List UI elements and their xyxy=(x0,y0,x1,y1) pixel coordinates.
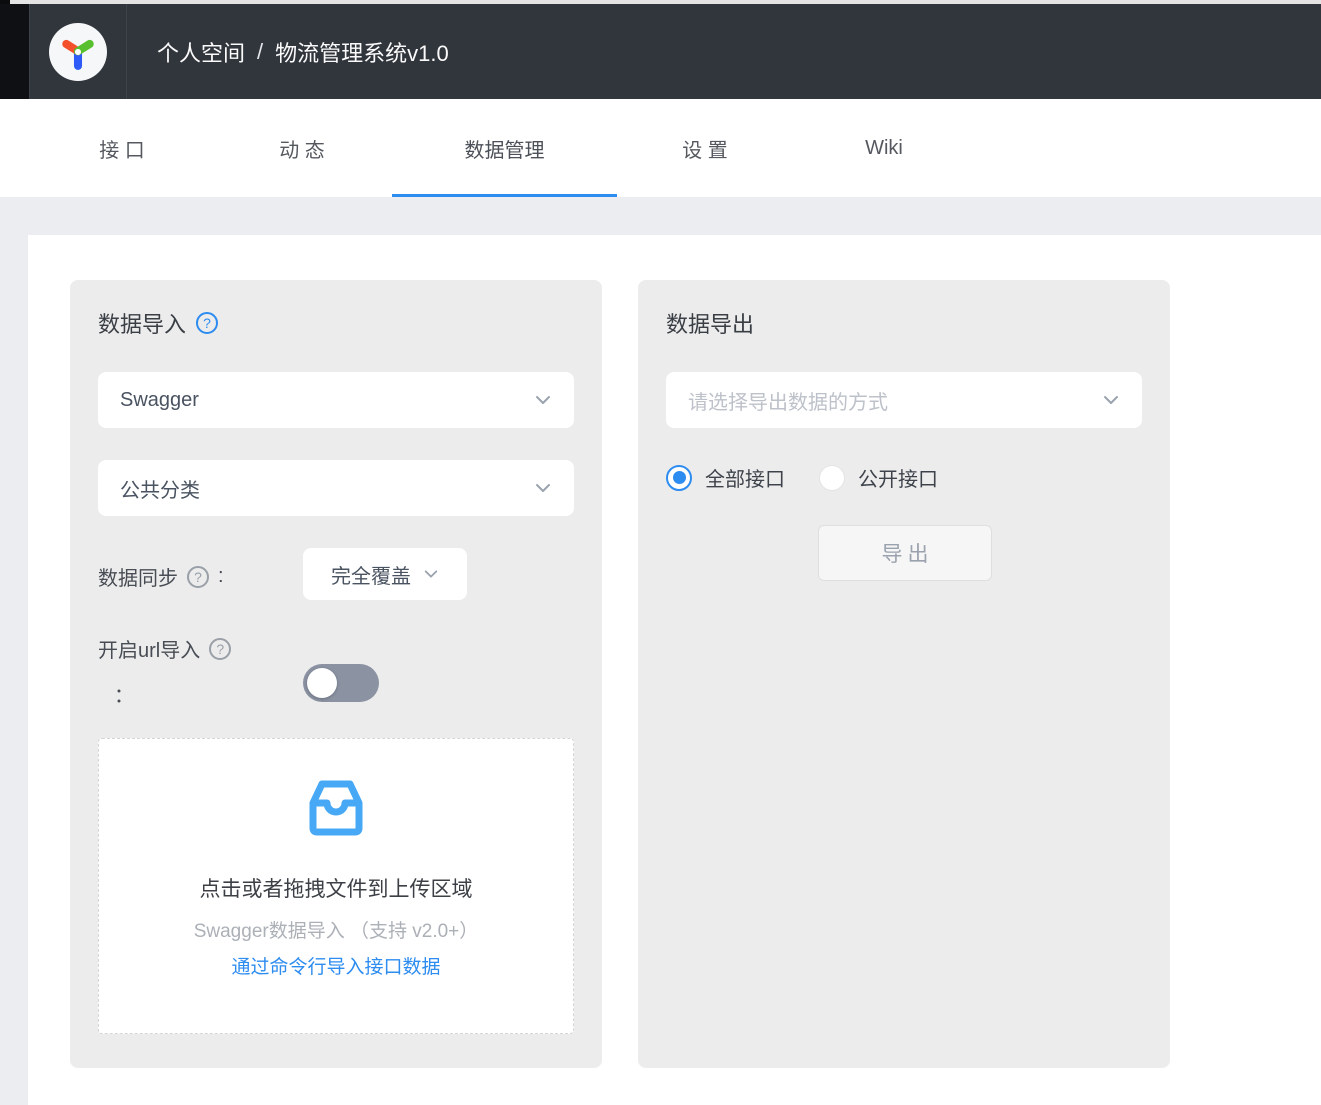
radio-public-interfaces-label[interactable]: 公开接口 xyxy=(858,463,938,492)
import-category-value: 公共分类 xyxy=(120,474,200,503)
tab-settings[interactable]: 设 置 xyxy=(650,99,760,197)
export-type-placeholder: 请选择导出数据的方式 xyxy=(688,386,888,415)
project-tabbar: 接 口 动 态 数据管理 设 置 Wiki xyxy=(0,99,1321,197)
cli-import-link[interactable]: 通过命令行导入接口数据 xyxy=(231,952,440,979)
question-circle-icon[interactable]: ? xyxy=(196,312,218,334)
radio-all-interfaces[interactable] xyxy=(666,465,692,491)
tab-interface[interactable]: 接 口 xyxy=(67,99,177,197)
url-import-label: 开启url导入 xyxy=(98,634,200,663)
breadcrumb-space[interactable]: 个人空间 xyxy=(157,36,245,68)
url-import-toggle[interactable] xyxy=(303,664,379,702)
breadcrumb: 个人空间 / 物流管理系统v1.0 xyxy=(157,4,449,99)
radio-all-interfaces-label[interactable]: 全部接口 xyxy=(705,463,785,492)
import-panel-title: 数据导入 xyxy=(98,307,186,339)
breadcrumb-project[interactable]: 物流管理系统v1.0 xyxy=(275,36,449,68)
url-import-colon: ： xyxy=(98,679,303,708)
import-format-select[interactable]: Swagger xyxy=(98,372,574,428)
header-left-edge xyxy=(0,4,29,99)
export-button[interactable]: 导出 xyxy=(818,525,992,581)
import-category-select[interactable]: 公共分类 xyxy=(98,460,574,516)
data-import-panel: 数据导入 ? Swagger 公共分类 数据同步 ? : xyxy=(70,280,602,1068)
url-import-label-row: 开启url导入 ? xyxy=(98,634,303,663)
data-sync-label: 数据同步 xyxy=(98,562,178,591)
data-export-panel: 数据导出 请选择导出数据的方式 全部接口 公开接口 导出 xyxy=(638,280,1170,1068)
url-import-label-block: 开启url导入 ? ： xyxy=(98,634,303,708)
data-sync-label-row: 数据同步 ? : xyxy=(98,548,303,591)
logo-cell xyxy=(29,4,127,99)
question-circle-icon[interactable]: ? xyxy=(187,566,209,588)
data-sync-colon: : xyxy=(218,565,224,588)
app-header: 个人空间 / 物流管理系统v1.0 xyxy=(0,4,1321,99)
chevron-down-icon xyxy=(423,566,439,582)
radio-public-interfaces[interactable] xyxy=(819,465,845,491)
import-panel-title-row: 数据导入 ? xyxy=(98,308,574,338)
breadcrumb-separator: / xyxy=(257,39,263,65)
url-import-row: 开启url导入 ? ： xyxy=(98,634,574,708)
upload-sub-text: Swagger数据导入 （支持 v2.0+） xyxy=(194,916,479,943)
yapi-logo-icon[interactable] xyxy=(49,23,107,81)
import-format-value: Swagger xyxy=(120,389,199,412)
export-panel-title: 数据导出 xyxy=(666,307,754,339)
upload-dropzone[interactable]: 点击或者拖拽文件到上传区域 Swagger数据导入 （支持 v2.0+） 通过命… xyxy=(98,738,574,1034)
upload-main-text: 点击或者拖拽文件到上传区域 xyxy=(200,873,473,903)
toggle-knob xyxy=(307,668,337,698)
chevron-down-icon xyxy=(1102,391,1120,409)
tab-data-management[interactable]: 数据管理 xyxy=(392,99,617,197)
inbox-icon xyxy=(302,777,370,839)
export-type-select[interactable]: 请选择导出数据的方式 xyxy=(666,372,1142,428)
tab-activity[interactable]: 动 态 xyxy=(247,99,357,197)
tab-wiki[interactable]: Wiki xyxy=(829,99,939,197)
question-circle-icon[interactable]: ? xyxy=(209,638,231,660)
data-sync-row: 数据同步 ? : 完全覆盖 xyxy=(98,548,574,600)
export-scope-radio-group: 全部接口 公开接口 xyxy=(666,463,1142,492)
chevron-down-icon xyxy=(534,479,552,497)
sync-mode-value: 完全覆盖 xyxy=(331,560,411,589)
sync-mode-select[interactable]: 完全覆盖 xyxy=(303,548,467,600)
yapi-logo-glyph xyxy=(56,30,100,74)
app-window: 个人空间 / 物流管理系统v1.0 接 口 动 态 数据管理 设 置 Wiki … xyxy=(0,0,1321,1105)
export-panel-title-row: 数据导出 xyxy=(666,308,1142,338)
content-wrapper: 数据导入 ? Swagger 公共分类 数据同步 ? : xyxy=(28,235,1321,1105)
chevron-down-icon xyxy=(534,391,552,409)
